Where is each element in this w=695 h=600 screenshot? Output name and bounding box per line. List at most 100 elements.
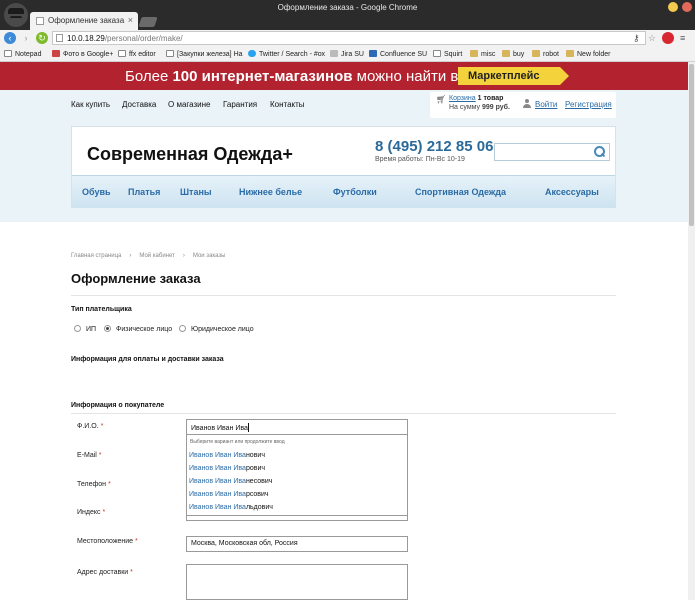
breadcrumb-orders[interactable]: Мои заказы <box>193 253 226 259</box>
topnav-how-to-buy[interactable]: Как купить <box>71 100 110 109</box>
bookmark-folder-robot[interactable]: robot <box>532 50 559 58</box>
marketplace-banner[interactable]: Более 100 интернет-магазинов можно найти… <box>0 62 688 90</box>
close-window-icon[interactable] <box>682 2 692 12</box>
login-link[interactable]: Войти <box>535 100 557 109</box>
cart-icon[interactable]: 🛒︎ <box>436 95 446 104</box>
register-link[interactable]: Регистрация <box>565 100 612 109</box>
cart-link[interactable]: Корзина <box>449 95 476 102</box>
user-icon <box>523 99 531 108</box>
file-icon <box>118 50 126 57</box>
category-underwear[interactable]: Нижнее белье <box>239 187 302 197</box>
topnav-about[interactable]: О магазине <box>168 100 211 109</box>
bookmark-squirt[interactable]: Squirt <box>433 50 462 58</box>
chrome-menu-icon[interactable]: ≡ <box>680 32 685 44</box>
page-title: Оформление заказа <box>71 271 201 286</box>
page-favicon-icon <box>36 17 44 25</box>
twitter-icon <box>248 50 256 57</box>
text-caret <box>247 423 249 432</box>
index-label: Индекс * <box>77 509 106 516</box>
tab-close-icon[interactable]: × <box>128 15 133 25</box>
category-shoes[interactable]: Обувь <box>82 187 111 197</box>
radio-button[interactable] <box>74 325 81 332</box>
category-accessories[interactable]: Аксессуары <box>545 187 599 197</box>
store-phone: 8 (495) 212 85 06 <box>375 138 494 155</box>
address-label: Адрес доставки * <box>77 569 133 576</box>
bookmark-folder-buy[interactable]: buy <box>502 50 524 58</box>
store-hours: Время работы: Пн-Вс 10-19 <box>375 156 465 163</box>
url-text[interactable]: 10.0.18.29/personal/order/make/ <box>67 34 183 43</box>
page-icon <box>56 34 63 42</box>
bookmark-star-icon[interactable]: ☆ <box>648 32 656 44</box>
bookmark-confluence[interactable]: Confluence SU <box>369 50 427 58</box>
breadcrumb: Главная страница › Мой кабинет › Мои заказы <box>71 253 234 259</box>
minimize-icon[interactable] <box>668 2 678 12</box>
back-arrow-icon[interactable]: ‹ <box>4 32 16 44</box>
suggestion-item[interactable]: Иванов Иван Иванесович <box>189 478 272 485</box>
banner-text: Более 100 интернет-магазинов можно найти… <box>125 68 459 85</box>
suggestion-item[interactable]: Иванов Иван Ивальдович <box>189 504 273 511</box>
breadcrumb-home[interactable]: Главная страница <box>71 253 121 259</box>
category-nav: Обувь Платья Штаны Нижнее белье Футболки… <box>72 175 615 208</box>
cart-summary: Корзина 1 товар <box>449 95 504 102</box>
address-bar[interactable]: 10.0.18.29/personal/order/make/ <box>52 31 646 45</box>
page-scrollbar[interactable] <box>688 62 695 600</box>
folder-icon <box>566 50 574 57</box>
category-tshirts[interactable]: Футболки <box>333 187 377 197</box>
file-icon <box>433 50 441 57</box>
bookmark-twitter[interactable]: Twitter / Search - #ох <box>248 50 325 58</box>
bookmark-folder-misc[interactable]: misc <box>470 50 495 58</box>
radio-button-selected[interactable] <box>104 325 111 332</box>
bookmark-ffx-editor[interactable]: ffx editor <box>118 50 156 58</box>
file-icon <box>166 50 174 57</box>
address-textarea[interactable] <box>186 564 408 600</box>
search-input[interactable] <box>494 143 610 161</box>
suggestions-hint: Выберите вариант или продолжите ввод <box>190 439 285 445</box>
suggestion-item[interactable]: Иванов Иван Иварович <box>189 465 265 472</box>
fio-label: Ф.И.О. * <box>77 423 104 430</box>
suggestion-item[interactable]: Иванов Иван Иванович <box>189 452 265 459</box>
payer-type-label: Тип плательщика <box>71 306 132 313</box>
fio-suggestions-dropdown: Выберите вариант или продолжите ввод Ива… <box>186 434 408 516</box>
location-input[interactable]: Москва, Московская обл, Россия <box>186 536 408 552</box>
category-dresses[interactable]: Платья <box>128 187 160 197</box>
bookmark-notepad[interactable]: Notepad <box>4 50 41 58</box>
url-path: /personal/order/make/ <box>104 34 183 43</box>
bookmark-zakupki[interactable]: [Закупки железа] Ha <box>166 50 243 58</box>
location-label: Местоположение * <box>77 538 138 545</box>
category-sportswear[interactable]: Спортивная Одежда <box>415 187 506 197</box>
topnav-delivery[interactable]: Доставка <box>122 100 156 109</box>
topnav-warranty[interactable]: Гарантия <box>223 100 257 109</box>
radio-individual[interactable]: Физическое лицо <box>104 325 172 333</box>
new-tab-button[interactable] <box>138 17 158 27</box>
radio-button[interactable] <box>179 325 186 332</box>
google-plus-icon <box>52 50 60 57</box>
marketplace-button[interactable]: Маркетплейс <box>458 67 569 85</box>
category-pants[interactable]: Штаны <box>180 187 212 197</box>
radio-legal-entity[interactable]: Юридическое лицо <box>179 325 254 333</box>
browser-tab[interactable]: Оформление заказа × <box>30 12 138 30</box>
fio-input[interactable]: Иванов Иван Ива <box>186 419 408 435</box>
window-title: Оформление заказа - Google Chrome <box>277 3 418 12</box>
adblock-icon[interactable] <box>662 32 674 44</box>
file-icon <box>330 50 338 57</box>
key-icon[interactable]: ⚷ <box>633 32 640 44</box>
reload-icon[interactable]: ↻ <box>36 32 48 44</box>
search-icon[interactable] <box>594 146 605 157</box>
browser-titlebar: Оформление заказа - Google Chrome Оформл… <box>0 0 695 30</box>
bookmark-folder-new[interactable]: New folder <box>566 50 610 58</box>
store-logo[interactable]: Современная Одежда+ <box>87 144 293 165</box>
folder-icon <box>470 50 478 57</box>
radio-ip[interactable]: ИП <box>74 325 96 333</box>
folder-icon <box>532 50 540 57</box>
suggestion-item[interactable]: Иванов Иван Иварсович <box>189 491 269 498</box>
folder-icon <box>502 50 510 57</box>
bookmark-jira[interactable]: Jira SU <box>330 50 364 58</box>
forward-arrow-icon[interactable]: › <box>20 32 32 44</box>
topnav-contacts[interactable]: Контакты <box>270 100 305 109</box>
scrollbar-thumb[interactable] <box>689 64 694 226</box>
payment-delivery-section-title: Информация для оплаты и доставки заказа <box>71 356 224 363</box>
url-host: 10.0.18.29 <box>67 34 105 43</box>
breadcrumb-account[interactable]: Мой кабинет <box>139 253 175 259</box>
bookmark-google-photos[interactable]: Фото в Google+ <box>52 50 113 58</box>
bookmarks-bar: Notepad Фото в Google+ ffx editor [Закуп… <box>0 46 695 62</box>
